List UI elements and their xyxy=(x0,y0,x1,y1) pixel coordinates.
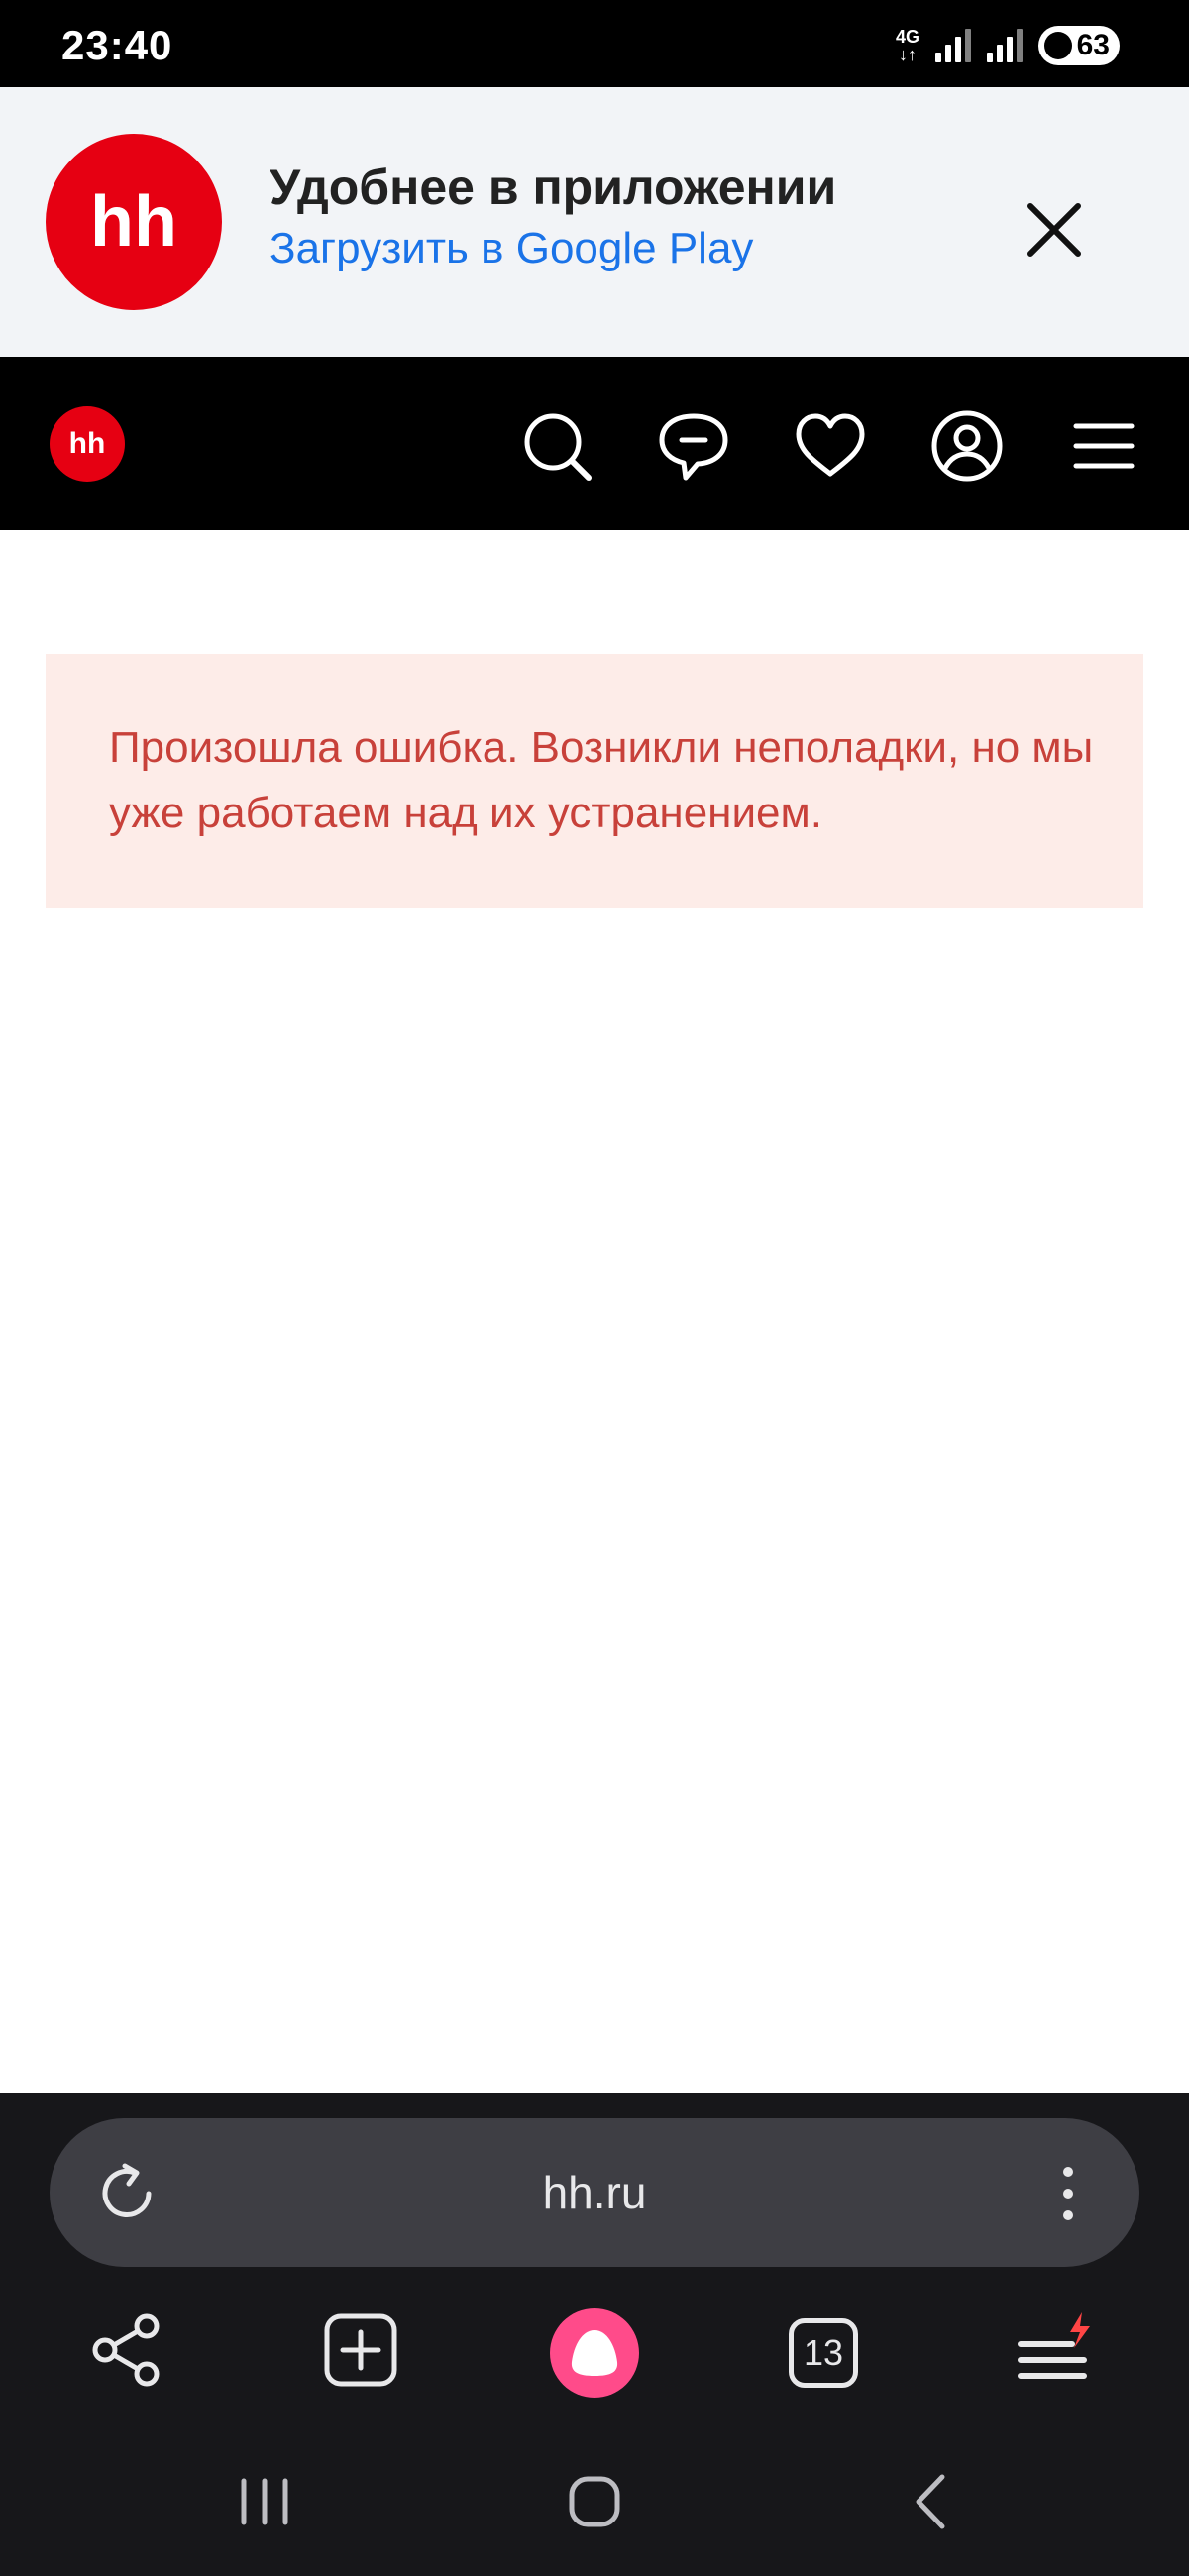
banner-title: Удобнее в приложении xyxy=(270,160,837,215)
recent-apps-icon[interactable] xyxy=(230,2467,299,2536)
hh-logo-large: hh xyxy=(46,134,222,310)
error-alert: Произошла ошибка. Возникли неполадки, но… xyxy=(46,654,1143,908)
status-time: 23:40 xyxy=(61,22,173,68)
more-vert-icon[interactable] xyxy=(1048,2160,1088,2227)
site-header: hh xyxy=(0,357,1189,530)
menu-icon[interactable] xyxy=(1066,408,1141,483)
home-icon[interactable] xyxy=(560,2467,629,2536)
chat-icon[interactable] xyxy=(656,408,731,483)
network-type-icon: 4G ↓↑ xyxy=(895,27,919,64)
app-install-banner[interactable]: hh Удобнее в приложении Загрузить в Goog… xyxy=(0,87,1189,357)
alice-icon[interactable] xyxy=(550,2308,639,2398)
browser-menu-icon[interactable] xyxy=(1011,2308,1094,2392)
share-icon[interactable] xyxy=(85,2308,168,2392)
address-bar[interactable]: hh.ru xyxy=(50,2118,1139,2267)
hh-logo[interactable]: hh xyxy=(50,406,125,482)
battery-saver-icon xyxy=(1044,32,1072,59)
new-tab-icon[interactable] xyxy=(319,2308,402,2392)
signal-strength-icon-2 xyxy=(987,29,1023,62)
url-text[interactable]: hh.ru xyxy=(50,2166,1139,2219)
heart-icon[interactable] xyxy=(793,408,868,483)
close-icon[interactable] xyxy=(1019,194,1090,266)
google-play-link[interactable]: Загрузить в Google Play xyxy=(270,224,753,273)
error-message: Произошла ошибка. Возникли неполадки, но… xyxy=(109,723,1094,837)
search-icon[interactable] xyxy=(519,408,594,483)
back-icon[interactable] xyxy=(897,2467,966,2536)
battery-level: 63 xyxy=(1076,29,1110,61)
status-bar: 23:40 4G ↓↑ 63 xyxy=(0,0,1189,87)
status-indicators: 4G ↓↑ 63 xyxy=(896,24,1120,67)
battery-icon: 63 xyxy=(1038,26,1120,65)
profile-icon[interactable] xyxy=(929,408,1005,483)
tabs-count-icon[interactable]: 13 xyxy=(789,2318,858,2388)
signal-strength-icon xyxy=(935,29,971,62)
